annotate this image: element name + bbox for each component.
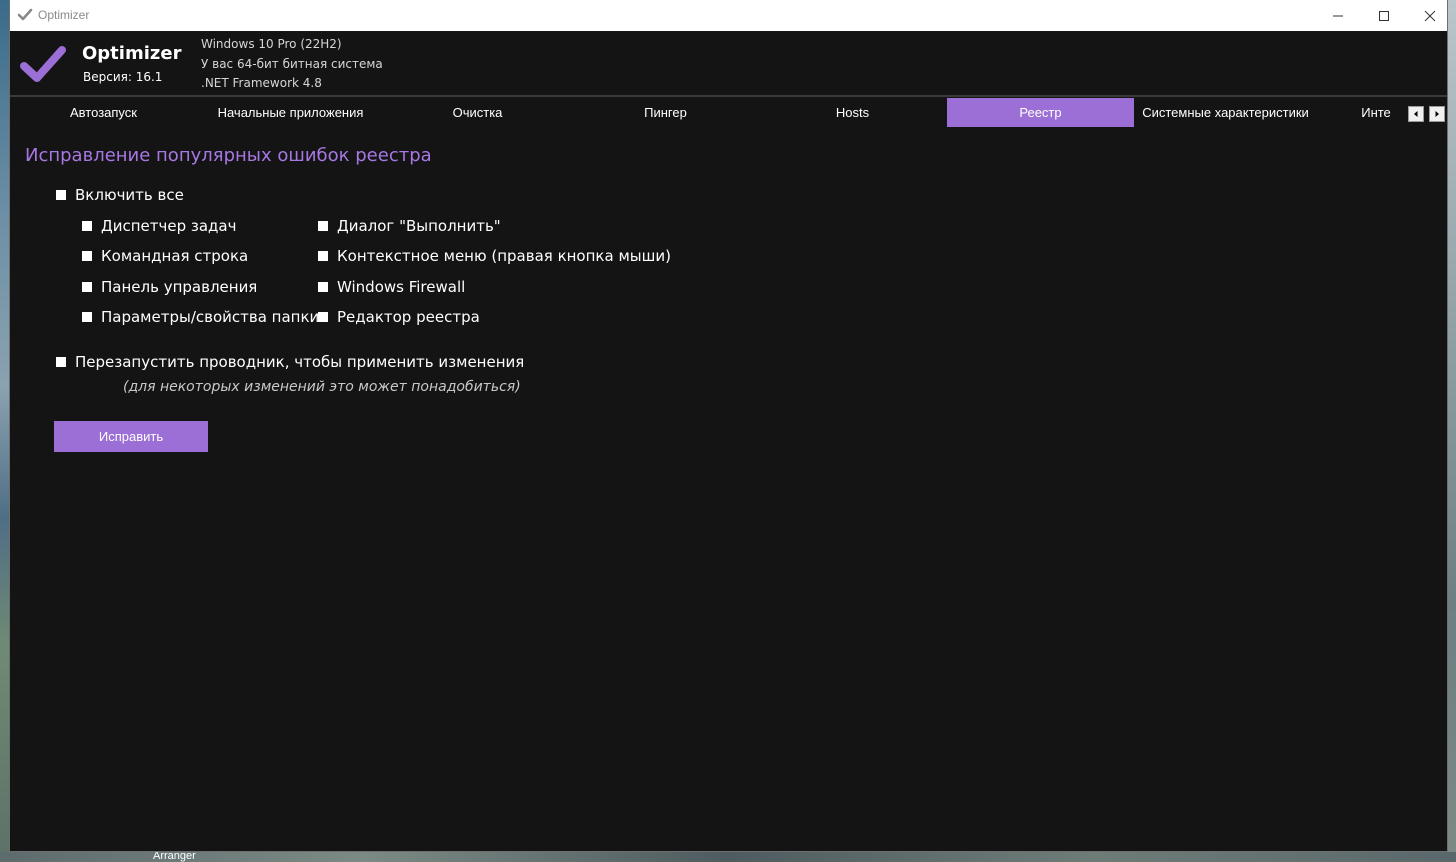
checkbox-box[interactable]	[82, 221, 92, 231]
checkbox-label: Перезапустить проводник, чтобы применить…	[75, 353, 525, 371]
tab-pinger[interactable]: Пингер	[572, 98, 759, 127]
checkbox-box[interactable]	[56, 190, 66, 200]
checkmark-icon	[17, 8, 33, 21]
command-line-checkbox[interactable]: Командная строка	[82, 247, 248, 265]
checkbox-label: Включить все	[75, 186, 184, 204]
minimize-icon	[1333, 15, 1343, 16]
desktop-background-left	[0, 0, 9, 862]
checkbox-box[interactable]	[82, 282, 92, 292]
checkbox-label: Командная строка	[101, 247, 249, 265]
windows-firewall-checkbox[interactable]: Windows Firewall	[318, 278, 465, 296]
chevron-right-icon	[1435, 111, 1439, 117]
checkbox-label: Параметры/свойства папки	[101, 308, 320, 326]
tab-startup-apps[interactable]: Начальные приложения	[197, 98, 384, 127]
maximize-icon	[1379, 10, 1389, 21]
tab-hosts[interactable]: Hosts	[759, 98, 946, 127]
control-panel-checkbox[interactable]: Панель управления	[82, 278, 257, 296]
checkbox-box[interactable]	[318, 251, 328, 261]
task-manager-checkbox[interactable]: Диспетчер задач	[82, 217, 236, 235]
chevron-left-icon	[1414, 111, 1418, 117]
tab-scroll-left-button[interactable]	[1408, 106, 1424, 122]
checkbox-box[interactable]	[56, 357, 66, 367]
desktop-background-bottom	[0, 852, 1456, 862]
checkmark-icon	[20, 46, 66, 82]
tab-cleanup[interactable]: Очистка	[384, 98, 571, 127]
folder-options-checkbox[interactable]: Параметры/свойства папки	[82, 308, 319, 326]
checkbox-label: Диспетчер задач	[101, 217, 237, 235]
tab-autostart[interactable]: Автозапуск	[10, 98, 197, 127]
tab-registry[interactable]: Реестр	[947, 98, 1134, 127]
checkbox-box[interactable]	[318, 282, 328, 292]
registry-editor-checkbox[interactable]: Редактор реестра	[318, 308, 480, 326]
close-button[interactable]	[1407, 0, 1453, 31]
tab-bar: Автозапуск Начальные приложения Очистка …	[10, 97, 1447, 128]
checkbox-box[interactable]	[82, 251, 92, 261]
checkbox-box[interactable]	[82, 312, 92, 322]
checkbox-label: Диалог "Выполнить"	[337, 217, 501, 235]
enable-all-checkbox[interactable]: Включить все	[56, 186, 184, 204]
checkbox-label: Редактор реестра	[337, 308, 480, 326]
close-icon	[1424, 10, 1436, 21]
checkbox-label: Панель управления	[101, 278, 258, 296]
bitness-info: У вас 64-бит битная система	[201, 57, 383, 71]
os-info: Windows 10 Pro (22H2)	[201, 37, 342, 51]
page-title: Исправление популярных ошибок реестра	[25, 145, 432, 166]
minimize-button[interactable]	[1315, 0, 1361, 31]
checkbox-label: Windows Firewall	[337, 278, 466, 296]
app-version: Версия: 16.1	[83, 70, 163, 84]
checkbox-box[interactable]	[318, 221, 328, 231]
restart-hint: (для некоторых изменений это может понад…	[123, 379, 521, 395]
maximize-button[interactable]	[1361, 0, 1407, 31]
tab-system-specs[interactable]: Системные характеристики	[1132, 98, 1319, 127]
run-dialog-checkbox[interactable]: Диалог "Выполнить"	[318, 217, 501, 235]
restart-explorer-checkbox[interactable]: Перезапустить проводник, чтобы применить…	[56, 353, 524, 371]
tab-scroll-right-button[interactable]	[1429, 106, 1445, 122]
optimizer-window: Optimizer Optimizer Версия: 16.1 Windows…	[9, 0, 1448, 852]
framework-info: .NET Framework 4.8	[201, 76, 322, 90]
checkbox-box[interactable]	[318, 312, 328, 322]
window-title: Optimizer	[38, 8, 90, 22]
desktop-background-right	[1448, 0, 1456, 862]
checkbox-label: Контекстное меню (правая кнопка мыши)	[337, 247, 671, 265]
title-bar[interactable]: Optimizer	[10, 0, 1447, 31]
fix-button[interactable]: Исправить	[54, 421, 208, 452]
context-menu-checkbox[interactable]: Контекстное меню (правая кнопка мыши)	[318, 247, 671, 265]
app-header: Optimizer Версия: 16.1 Windows 10 Pro (2…	[10, 31, 1447, 95]
app-name: Optimizer	[82, 43, 182, 64]
